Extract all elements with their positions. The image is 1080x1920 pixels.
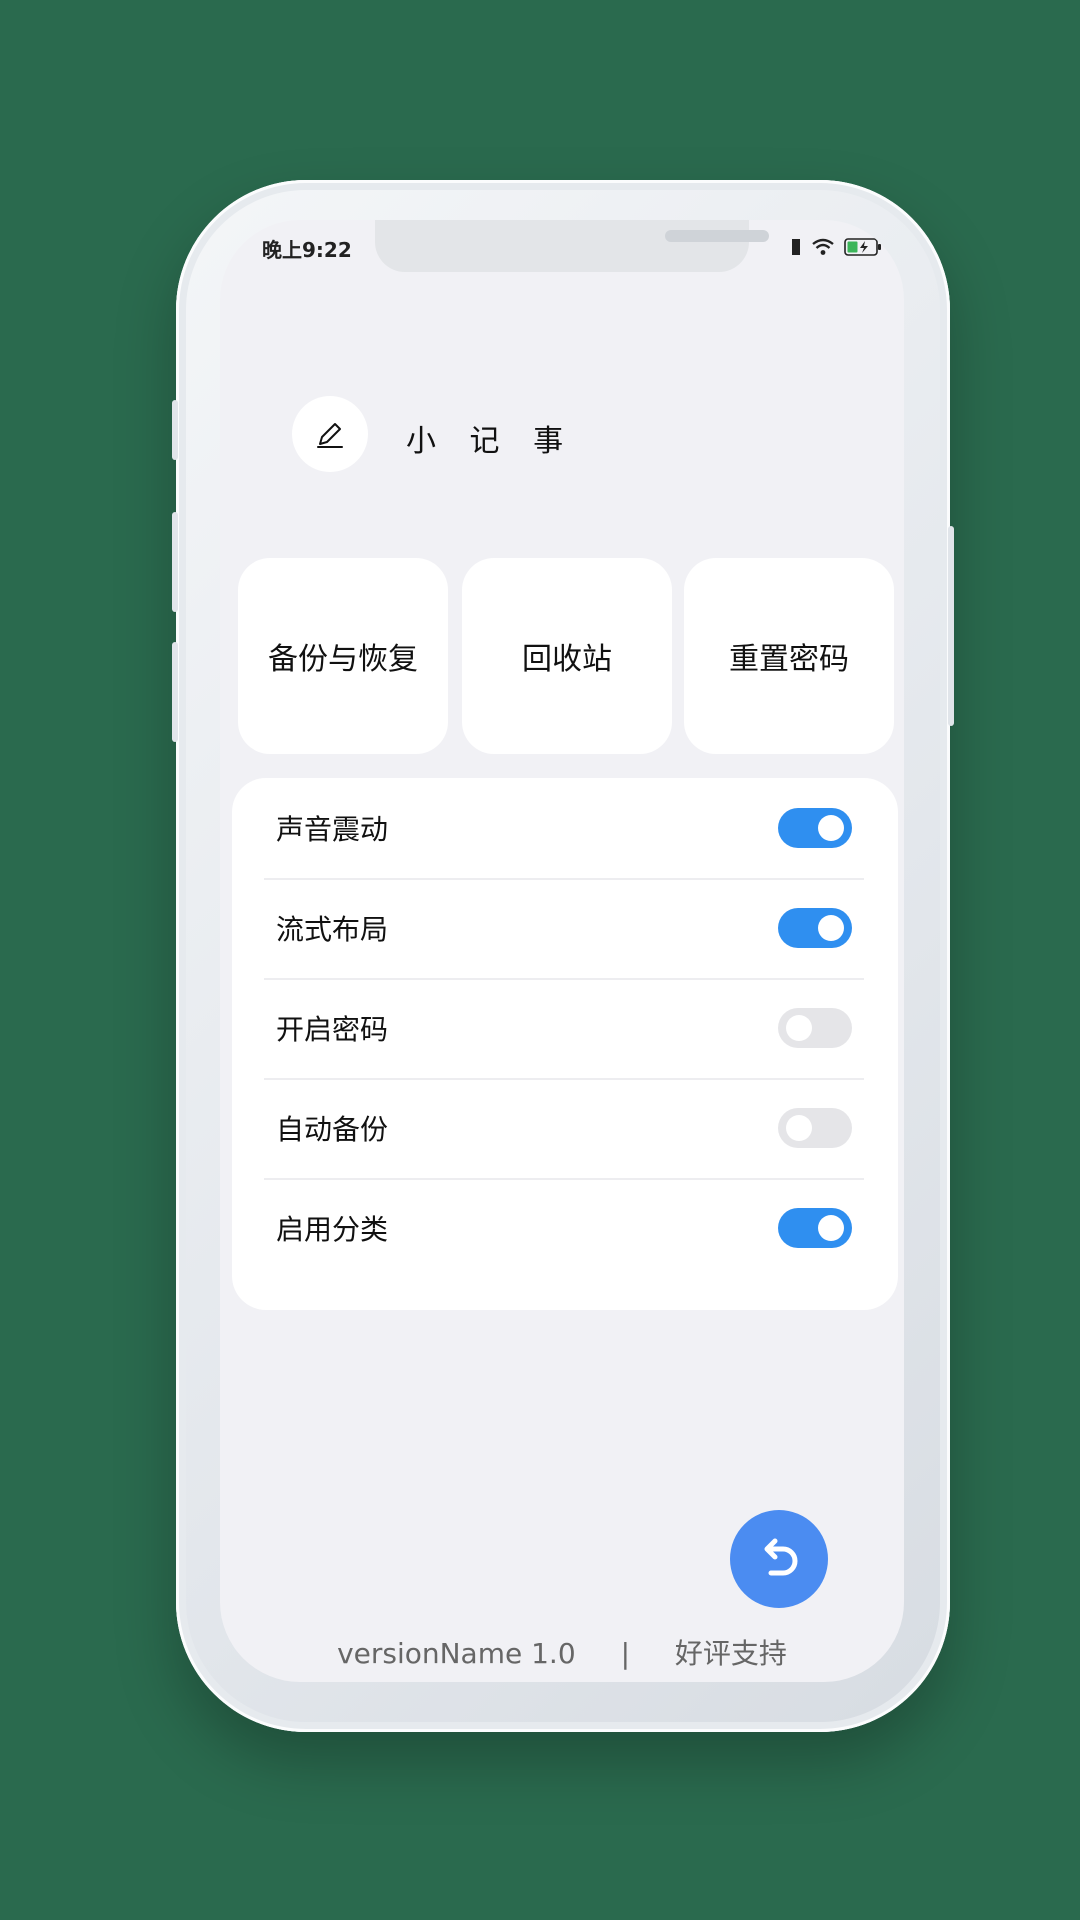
settings-card: 声音震动 流式布局 开启密码 自动备份 启用分类 — [232, 778, 898, 1310]
app-logo — [292, 396, 368, 472]
notch — [375, 220, 769, 272]
toggle-knob — [818, 815, 844, 841]
tile-label: 回收站 — [522, 642, 612, 677]
toggle-knob — [818, 915, 844, 941]
setting-row-enable-password[interactable]: 开启密码 — [264, 978, 864, 1080]
auto-backup-toggle[interactable] — [778, 1108, 852, 1148]
flow-layout-toggle[interactable] — [778, 908, 852, 948]
backup-restore-tile[interactable]: 备份与恢复 — [238, 558, 448, 754]
speaker-grille — [665, 230, 769, 242]
setting-row-flow-layout[interactable]: 流式布局 — [264, 878, 864, 980]
wifi-icon — [812, 238, 834, 255]
undo-icon — [764, 1538, 798, 1576]
footer: versionName 1.0 | 好评支持 — [220, 1632, 904, 1672]
toggle-knob — [786, 1015, 812, 1041]
setting-label: 启用分类 — [276, 1213, 389, 1246]
tile-label: 重置密码 — [729, 642, 849, 677]
status-icons — [790, 238, 882, 256]
tile-label: 备份与恢复 — [268, 642, 418, 677]
reset-password-tile[interactable]: 重置密码 — [684, 558, 894, 754]
setting-row-enable-categories[interactable]: 启用分类 — [264, 1178, 864, 1278]
setting-row-auto-backup[interactable]: 自动备份 — [264, 1078, 864, 1180]
setting-label: 开启密码 — [276, 1013, 389, 1046]
setting-row-sound-vibration[interactable]: 声音震动 — [264, 778, 864, 880]
setting-label: 声音震动 — [276, 813, 389, 846]
app-screen: 晚上9:22 小 记 事 备份与恢复 回收站 重置密码 声音震动 流式布局 开启… — [220, 220, 904, 1682]
power-button — [948, 526, 954, 726]
setting-label: 流式布局 — [276, 913, 389, 946]
toggle-knob — [818, 1215, 844, 1241]
recycle-bin-tile[interactable]: 回收站 — [462, 558, 672, 754]
enable-password-toggle[interactable] — [778, 1008, 852, 1048]
back-fab[interactable] — [730, 1510, 828, 1608]
toggle-knob — [786, 1115, 812, 1141]
rate-app-link[interactable]: 好评支持 — [675, 1632, 787, 1672]
volume-up-button — [172, 512, 178, 612]
setting-label: 自动备份 — [276, 1113, 389, 1146]
status-time: 晚上9:22 — [262, 238, 352, 262]
enable-categories-toggle[interactable] — [778, 1208, 852, 1248]
sound-vibration-toggle[interactable] — [778, 808, 852, 848]
footer-separator: | — [620, 1637, 630, 1670]
mute-switch — [172, 400, 178, 460]
app-title: 小 记 事 — [406, 424, 576, 459]
battery-icon — [844, 238, 881, 256]
version-label: versionName 1.0 — [337, 1637, 576, 1670]
volume-down-button — [172, 642, 178, 742]
pencil-icon — [317, 423, 343, 448]
signal-icon — [792, 239, 800, 255]
